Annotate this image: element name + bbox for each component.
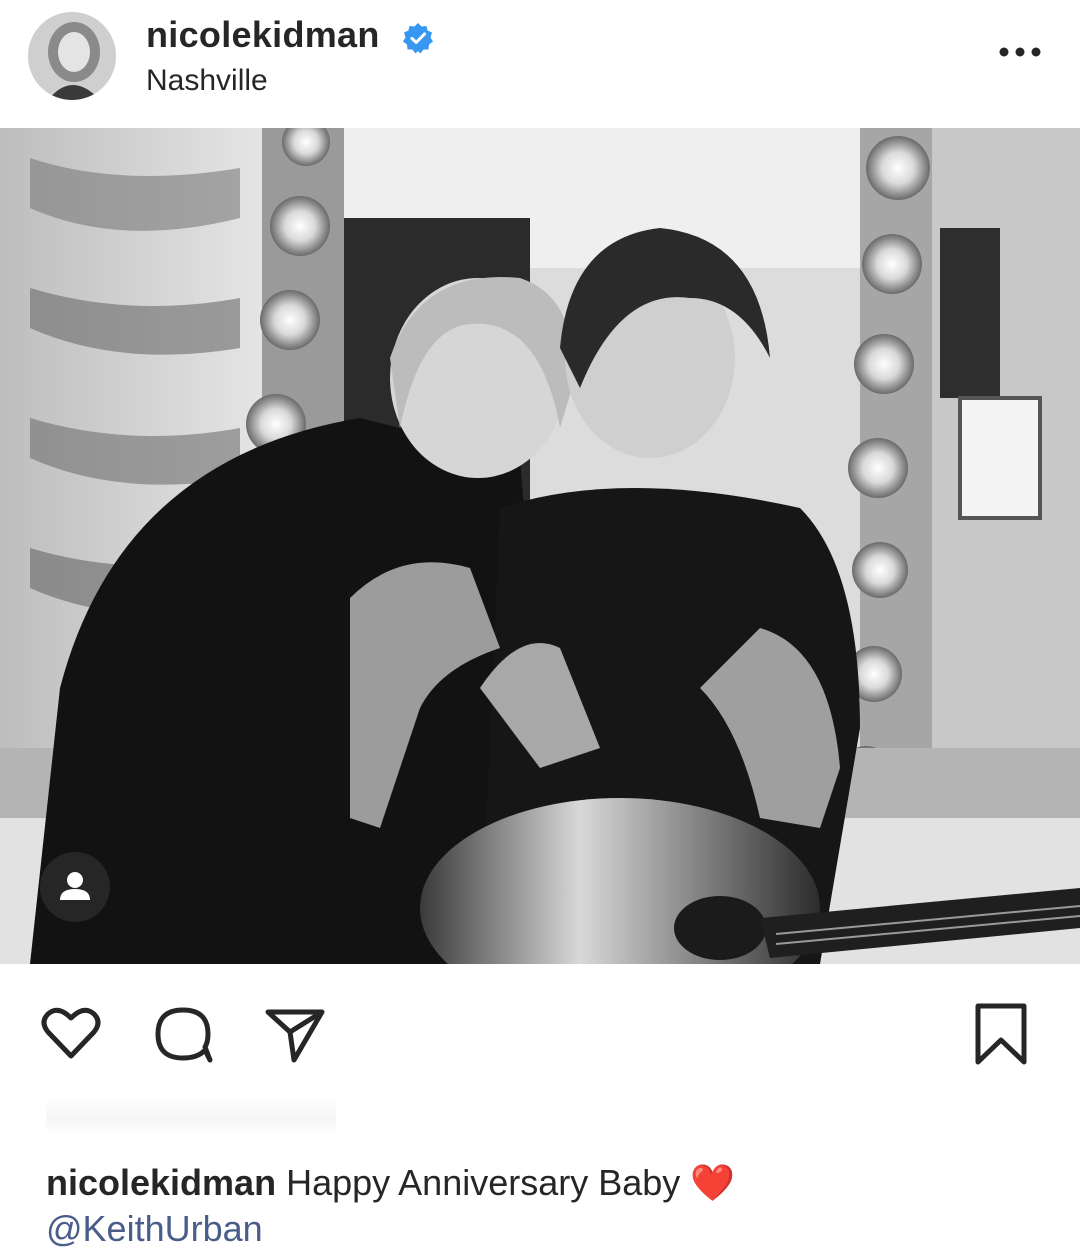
post-username[interactable]: nicolekidman [146, 14, 380, 56]
more-horizontal-icon[interactable] [996, 40, 1044, 64]
avatar[interactable] [28, 12, 116, 100]
verified-badge-icon [403, 23, 433, 54]
send-icon[interactable] [262, 1000, 328, 1066]
caption-mention[interactable]: @KeithUrban [46, 1206, 1046, 1252]
user-tag-icon [60, 872, 90, 900]
heart-icon[interactable] [38, 1000, 104, 1066]
comment-icon[interactable] [150, 1000, 216, 1066]
post-photo[interactable] [0, 128, 1080, 964]
caption-text: Happy Anniversary Baby [286, 1162, 681, 1203]
caption-username[interactable]: nicolekidman [46, 1162, 276, 1203]
post-header: nicolekidman Nashville [0, 0, 1080, 128]
post-caption: nicolekidman Happy Anniversary Baby ❤️ @… [46, 1160, 1046, 1252]
bookmark-icon[interactable] [968, 1000, 1034, 1066]
post-location[interactable]: Nashville [146, 64, 268, 98]
heart-emoji: ❤️ [690, 1162, 736, 1203]
likes-placeholder [46, 1098, 336, 1134]
user-tag-button[interactable] [40, 852, 110, 922]
action-bar [0, 990, 1080, 1070]
